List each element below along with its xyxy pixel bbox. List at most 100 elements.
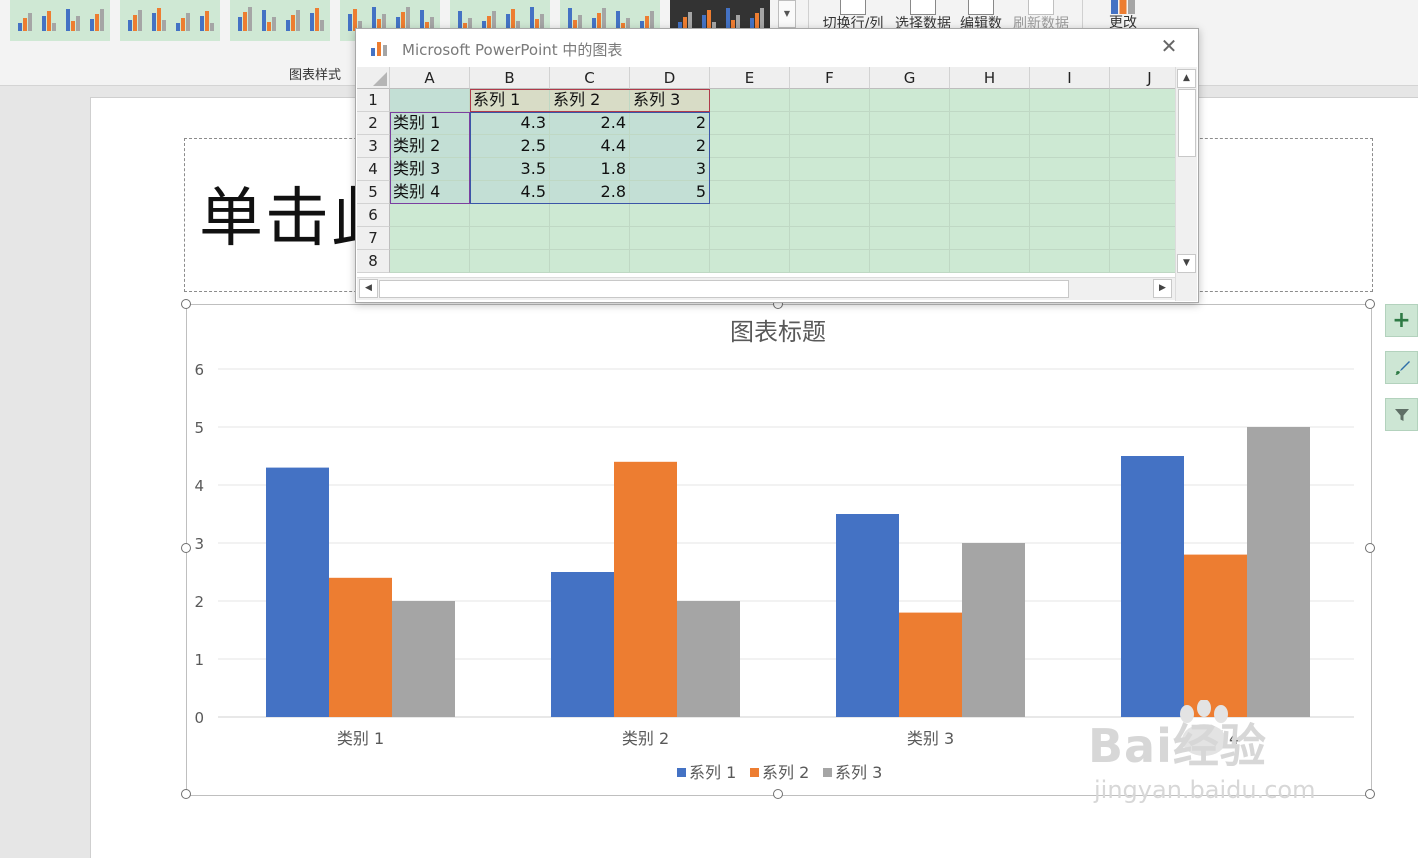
column-header[interactable]: I <box>1030 67 1110 89</box>
spreadsheet-cell[interactable] <box>630 250 710 273</box>
scroll-thumb[interactable] <box>379 280 1069 298</box>
spreadsheet-cell[interactable] <box>390 204 470 227</box>
row-header[interactable]: 2 <box>357 112 390 135</box>
scroll-down-icon[interactable]: ▼ <box>1177 254 1196 273</box>
column-header[interactable]: C <box>550 67 630 89</box>
spreadsheet-cell[interactable] <box>710 227 790 250</box>
spreadsheet-cell[interactable]: 3 <box>630 158 710 181</box>
resize-handle-left[interactable] <box>181 543 191 553</box>
spreadsheet-cell[interactable] <box>470 227 550 250</box>
row-header[interactable]: 3 <box>357 135 390 158</box>
column-header[interactable]: E <box>710 67 790 89</box>
spreadsheet-cell[interactable]: 类别 3 <box>390 158 470 181</box>
row-header[interactable]: 1 <box>357 89 390 112</box>
spreadsheet-cell[interactable]: 2.4 <box>550 112 630 135</box>
spreadsheet-cell[interactable]: 5 <box>630 181 710 204</box>
spreadsheet-cell[interactable] <box>870 158 950 181</box>
spreadsheet-cell[interactable] <box>790 204 870 227</box>
spreadsheet-cell[interactable] <box>790 181 870 204</box>
spreadsheet-cell[interactable] <box>950 89 1030 112</box>
spreadsheet-cell[interactable]: 2 <box>630 112 710 135</box>
window-titlebar[interactable]: Microsoft PowerPoint 中的图表 ✕ <box>356 29 1198 67</box>
spreadsheet-cell[interactable] <box>1030 181 1110 204</box>
resize-handle-top-left[interactable] <box>181 299 191 309</box>
spreadsheet-cell[interactable] <box>710 181 790 204</box>
spreadsheet-cell[interactable] <box>790 250 870 273</box>
spreadsheet-cell[interactable]: 2.8 <box>550 181 630 204</box>
scroll-left-icon[interactable]: ◀ <box>359 279 378 298</box>
spreadsheet-cell[interactable] <box>950 204 1030 227</box>
spreadsheet-cell[interactable] <box>950 181 1030 204</box>
resize-handle-bottom-right[interactable] <box>1365 789 1375 799</box>
spreadsheet-cell[interactable] <box>390 250 470 273</box>
resize-handle-top-right[interactable] <box>1365 299 1375 309</box>
spreadsheet-cell[interactable] <box>1030 227 1110 250</box>
spreadsheet-cell[interactable]: 类别 4 <box>390 181 470 204</box>
spreadsheet-cell[interactable]: 类别 2 <box>390 135 470 158</box>
spreadsheet-cell[interactable] <box>470 204 550 227</box>
close-button[interactable]: ✕ <box>1158 35 1180 57</box>
resize-handle-right[interactable] <box>1365 543 1375 553</box>
spreadsheet-cell[interactable] <box>870 135 950 158</box>
spreadsheet-cell[interactable] <box>710 250 790 273</box>
spreadsheet-cell[interactable] <box>710 158 790 181</box>
spreadsheet-cell[interactable] <box>790 158 870 181</box>
chart-styles-button[interactable] <box>1385 351 1418 384</box>
chart-elements-button[interactable]: + <box>1385 304 1418 337</box>
spreadsheet-cell[interactable] <box>870 227 950 250</box>
spreadsheet-cell[interactable] <box>630 227 710 250</box>
spreadsheet-cell[interactable] <box>950 158 1030 181</box>
spreadsheet-cell[interactable]: 系列 2 <box>550 89 630 112</box>
spreadsheet-cell[interactable]: 2 <box>630 135 710 158</box>
column-header[interactable]: H <box>950 67 1030 89</box>
spreadsheet-cell[interactable] <box>550 204 630 227</box>
chart-data-window[interactable]: Microsoft PowerPoint 中的图表 ✕ ABCDEFGHIJ12… <box>355 28 1199 303</box>
row-header[interactable]: 5 <box>357 181 390 204</box>
spreadsheet-cell[interactable] <box>790 112 870 135</box>
column-header[interactable]: G <box>870 67 950 89</box>
scroll-up-icon[interactable]: ▲ <box>1177 69 1196 88</box>
chart-title[interactable]: 图表标题 <box>730 318 826 346</box>
spreadsheet-cell[interactable] <box>390 89 470 112</box>
spreadsheet-cell[interactable] <box>550 227 630 250</box>
spreadsheet-cell[interactable]: 4.3 <box>470 112 550 135</box>
spreadsheet-cell[interactable] <box>790 89 870 112</box>
spreadsheet-cell[interactable] <box>870 112 950 135</box>
spreadsheet-cell[interactable] <box>870 181 950 204</box>
column-header[interactable]: A <box>390 67 470 89</box>
spreadsheet-cell[interactable] <box>390 227 470 250</box>
select-all-corner[interactable] <box>357 67 390 89</box>
spreadsheet-cell[interactable] <box>1030 112 1110 135</box>
spreadsheet-cell[interactable] <box>710 112 790 135</box>
row-header[interactable]: 4 <box>357 158 390 181</box>
spreadsheet-cell[interactable] <box>870 204 950 227</box>
spreadsheet-cell[interactable] <box>710 204 790 227</box>
spreadsheet-cell[interactable]: 类别 1 <box>390 112 470 135</box>
column-header[interactable]: F <box>790 67 870 89</box>
spreadsheet-cell[interactable] <box>950 112 1030 135</box>
spreadsheet-cell[interactable] <box>630 204 710 227</box>
row-header[interactable]: 6 <box>357 204 390 227</box>
row-header[interactable]: 8 <box>357 250 390 273</box>
resize-handle-bottom[interactable] <box>773 789 783 799</box>
spreadsheet-cell[interactable]: 系列 1 <box>470 89 550 112</box>
horizontal-scrollbar[interactable]: ◀ ▶ <box>357 277 1175 300</box>
spreadsheet-cell[interactable] <box>550 250 630 273</box>
spreadsheet-cell[interactable] <box>870 250 950 273</box>
spreadsheet-cell[interactable]: 系列 3 <box>630 89 710 112</box>
spreadsheet-cell[interactable] <box>710 135 790 158</box>
spreadsheet-cell[interactable] <box>790 227 870 250</box>
spreadsheet-cell[interactable] <box>870 89 950 112</box>
spreadsheet-cell[interactable] <box>470 250 550 273</box>
spreadsheet-cell[interactable] <box>790 135 870 158</box>
spreadsheet-cell[interactable]: 2.5 <box>470 135 550 158</box>
spreadsheet-cell[interactable] <box>950 250 1030 273</box>
chart-filters-button[interactable] <box>1385 398 1418 431</box>
column-header[interactable]: B <box>470 67 550 89</box>
spreadsheet-cell[interactable] <box>1030 250 1110 273</box>
spreadsheet-cell[interactable] <box>950 227 1030 250</box>
spreadsheet-cell[interactable]: 4.5 <box>470 181 550 204</box>
spreadsheet-cell[interactable] <box>950 135 1030 158</box>
spreadsheet-cell[interactable]: 3.5 <box>470 158 550 181</box>
scroll-thumb[interactable] <box>1178 89 1196 157</box>
